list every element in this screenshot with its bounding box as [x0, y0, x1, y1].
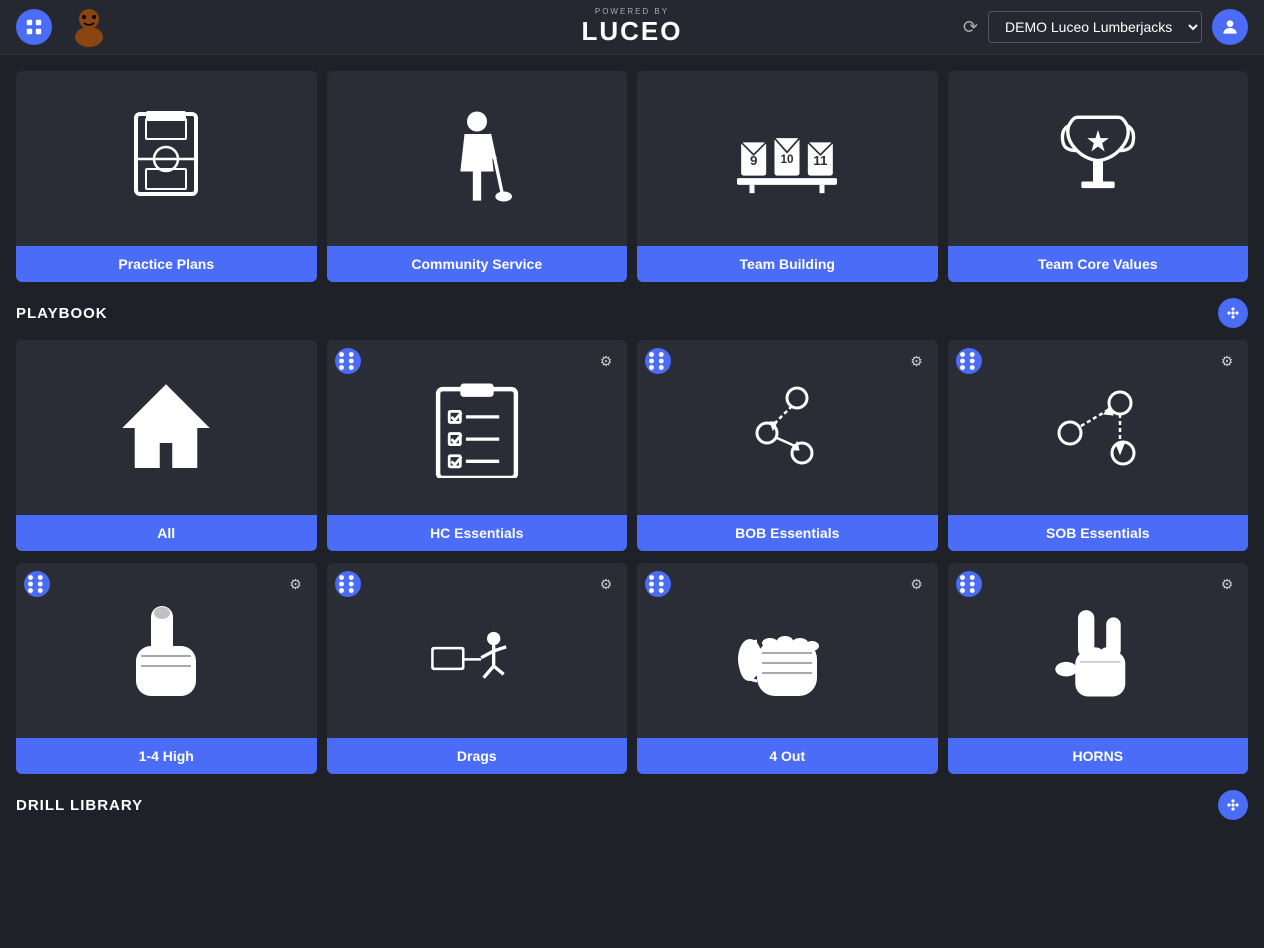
janitor-icon	[427, 109, 527, 209]
playbook-section-header: PLAYBOOK	[16, 298, 1248, 328]
card-community-service-image	[327, 71, 628, 246]
main-content: Practice Plans Community Service	[0, 55, 1264, 848]
hand-signal-icon	[737, 601, 837, 701]
card-practice-plans-image	[16, 71, 317, 246]
sob-settings-icon[interactable]: ⚙	[1214, 348, 1240, 374]
drag-handle-icon	[645, 563, 671, 634]
drag-handle-icon	[335, 563, 361, 634]
header-right: ⟳ DEMO Luceo Lumberjacks	[963, 9, 1248, 45]
drill-library-title: DRILL LIBRARY	[16, 797, 143, 814]
card-practice-plans-label: Practice Plans	[16, 246, 317, 282]
avatar-button[interactable]	[1212, 9, 1248, 45]
bob-drag-icon[interactable]	[645, 348, 671, 374]
card-horns-image: ⚙	[948, 563, 1249, 738]
drag-handle-icon	[956, 340, 982, 411]
card-drags[interactable]: ⚙	[327, 563, 628, 774]
card-community-service[interactable]: Community Service	[327, 71, 628, 282]
grid-menu-button[interactable]	[16, 9, 52, 45]
bob-settings-icon[interactable]: ⚙	[904, 348, 930, 374]
1-4-drag-icon[interactable]	[24, 571, 50, 597]
header-center: POWERED BY LUCEO	[582, 7, 683, 47]
card-4-out[interactable]: ⚙	[637, 563, 938, 774]
header-left	[16, 9, 114, 45]
card-team-core-values-label: Team Core Values	[948, 246, 1249, 282]
home-icon	[116, 378, 216, 478]
card-4-out-image: ⚙	[637, 563, 938, 738]
sob-drag-icon[interactable]	[956, 348, 982, 374]
card-all[interactable]: All	[16, 340, 317, 551]
card-team-building-label: Team Building	[637, 246, 938, 282]
card-sob-essentials-label: SOB Essentials	[948, 515, 1249, 551]
grid-icon	[25, 18, 43, 36]
playbook-title: PLAYBOOK	[16, 305, 108, 322]
drag-handle-icon	[645, 340, 671, 411]
drag-handle-icon	[24, 563, 50, 634]
luceo-logo: POWERED BY LUCEO	[582, 7, 683, 47]
finger-point-icon	[116, 601, 216, 701]
card-1-4-high[interactable]: ⚙ 1-4 High	[16, 563, 317, 774]
card-team-building[interactable]: 9 10 11 Team Building	[637, 71, 938, 282]
card-drags-image: ⚙	[327, 563, 628, 738]
app-logo	[64, 9, 114, 45]
4-out-settings-icon[interactable]: ⚙	[904, 571, 930, 597]
card-community-service-label: Community Service	[327, 246, 628, 282]
horns-drag-icon[interactable]	[956, 571, 982, 597]
drill-library-section-icon-button[interactable]	[1218, 790, 1248, 820]
svg-text:10: 10	[781, 153, 794, 166]
drags-drag-icon[interactable]	[335, 571, 361, 597]
basketball-court-icon	[116, 109, 216, 209]
drags-settings-icon[interactable]: ⚙	[593, 571, 619, 597]
playbook-cards-row1: All ⚙	[16, 340, 1248, 551]
top-cards-grid: Practice Plans Community Service	[16, 71, 1248, 282]
card-horns-label: HORNS	[948, 738, 1249, 774]
card-hc-essentials-label: HC Essentials	[327, 515, 628, 551]
horns-sign-icon	[1048, 601, 1148, 701]
card-1-4-high-image: ⚙	[16, 563, 317, 738]
card-practice-plans[interactable]: Practice Plans	[16, 71, 317, 282]
brand-name: LUCEO	[582, 16, 683, 47]
card-sob-essentials[interactable]: ⚙ SOB Essentials	[948, 340, 1249, 551]
refresh-button[interactable]: ⟳	[963, 17, 978, 38]
drag-handle-icon	[956, 563, 982, 634]
app-header: POWERED BY LUCEO ⟳ DEMO Luceo Lumberjack…	[0, 0, 1264, 55]
card-1-4-high-label: 1-4 High	[16, 738, 317, 774]
horns-settings-icon[interactable]: ⚙	[1214, 571, 1240, 597]
card-team-core-values-image	[948, 71, 1249, 246]
card-team-building-image: 9 10 11	[637, 71, 938, 246]
playbook-section-icon-button[interactable]	[1218, 298, 1248, 328]
card-hc-essentials[interactable]: ⚙	[327, 340, 628, 551]
card-bob-essentials-label: BOB Essentials	[637, 515, 938, 551]
move-icon	[1225, 305, 1241, 321]
card-horns[interactable]: ⚙ HORN	[948, 563, 1249, 774]
card-sob-essentials-image: ⚙	[948, 340, 1249, 515]
sob-play-diagram-icon	[1048, 378, 1148, 478]
card-all-image	[16, 340, 317, 515]
card-bob-essentials-image: ⚙	[637, 340, 938, 515]
card-all-label: All	[16, 515, 317, 551]
drill-library-section-header: DRILL LIBRARY	[16, 790, 1248, 820]
card-team-core-values[interactable]: Team Core Values	[948, 71, 1249, 282]
card-bob-essentials[interactable]: ⚙ BOB Essentials	[637, 340, 938, 551]
playbook-cards-row2: ⚙ 1-4 High	[16, 563, 1248, 774]
card-hc-essentials-image: ⚙	[327, 340, 628, 515]
hc-settings-icon[interactable]: ⚙	[593, 348, 619, 374]
card-drags-label: Drags	[327, 738, 628, 774]
mascot-icon	[64, 7, 114, 47]
trophy-icon	[1048, 109, 1148, 209]
4-out-drag-icon[interactable]	[645, 571, 671, 597]
bob-play-diagram-icon	[737, 378, 837, 478]
team-selector[interactable]: DEMO Luceo Lumberjacks	[988, 11, 1202, 43]
user-icon	[1220, 17, 1240, 37]
powered-by-text: POWERED BY	[595, 7, 669, 16]
hc-drag-icon[interactable]	[335, 348, 361, 374]
drag-handle-icon	[335, 340, 361, 411]
team-icon: 9 10 11	[737, 109, 837, 209]
clipboard-icon	[427, 378, 527, 478]
drag-play-icon	[427, 601, 527, 701]
1-4-settings-icon[interactable]: ⚙	[283, 571, 309, 597]
card-4-out-label: 4 Out	[637, 738, 938, 774]
move-icon	[1225, 797, 1241, 813]
